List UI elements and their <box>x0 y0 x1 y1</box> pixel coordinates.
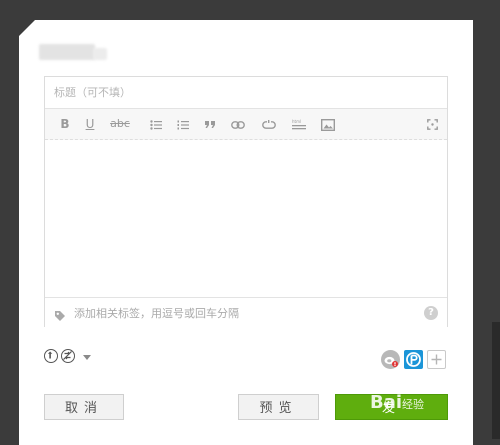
unlink-icon[interactable] <box>261 109 277 139</box>
dialog-header-blurred <box>39 44 95 60</box>
image-icon[interactable] <box>320 109 336 139</box>
fullscreen-icon[interactable] <box>425 109 439 139</box>
qzone-icon[interactable] <box>404 350 423 369</box>
post-dialog: B U abc html <box>19 20 473 445</box>
title-input[interactable] <box>45 77 447 109</box>
numbered-list-icon[interactable] <box>176 109 190 139</box>
cancel-button[interactable]: 取消 <box>44 394 124 420</box>
editor-body[interactable] <box>45 140 447 297</box>
svg-text:html: html <box>292 119 301 124</box>
preview-button[interactable]: 预览 <box>238 394 319 420</box>
bold-button[interactable]: B <box>59 109 71 139</box>
visibility-icon[interactable] <box>44 349 58 363</box>
strikethrough-button[interactable]: abc <box>108 109 132 139</box>
no-repost-icon[interactable] <box>61 349 75 363</box>
tag-input-row[interactable]: 添加相关标签，用逗号或回车分隔 ? <box>45 297 447 327</box>
right-edge-scrollbar <box>492 322 500 439</box>
weibo-icon[interactable] <box>381 350 400 369</box>
baidu-jingyan-watermark: Bai经验 <box>370 392 425 413</box>
editor: B U abc html <box>44 76 448 327</box>
dialog-header-blurred-2 <box>93 48 107 60</box>
link-icon[interactable] <box>230 109 246 139</box>
bullet-list-icon[interactable] <box>149 109 163 139</box>
add-share-icon[interactable] <box>427 350 446 369</box>
tag-icon <box>54 307 66 326</box>
editor-toolbar: B U abc html <box>45 109 447 140</box>
underline-button[interactable]: U <box>84 109 96 139</box>
chevron-down-icon[interactable] <box>83 355 91 360</box>
quote-icon[interactable] <box>203 109 217 139</box>
html-icon[interactable]: html <box>290 109 308 139</box>
corner-fold <box>19 20 35 36</box>
help-icon[interactable]: ? <box>424 306 438 320</box>
tag-placeholder: 添加相关标签，用逗号或回车分隔 <box>74 307 239 320</box>
